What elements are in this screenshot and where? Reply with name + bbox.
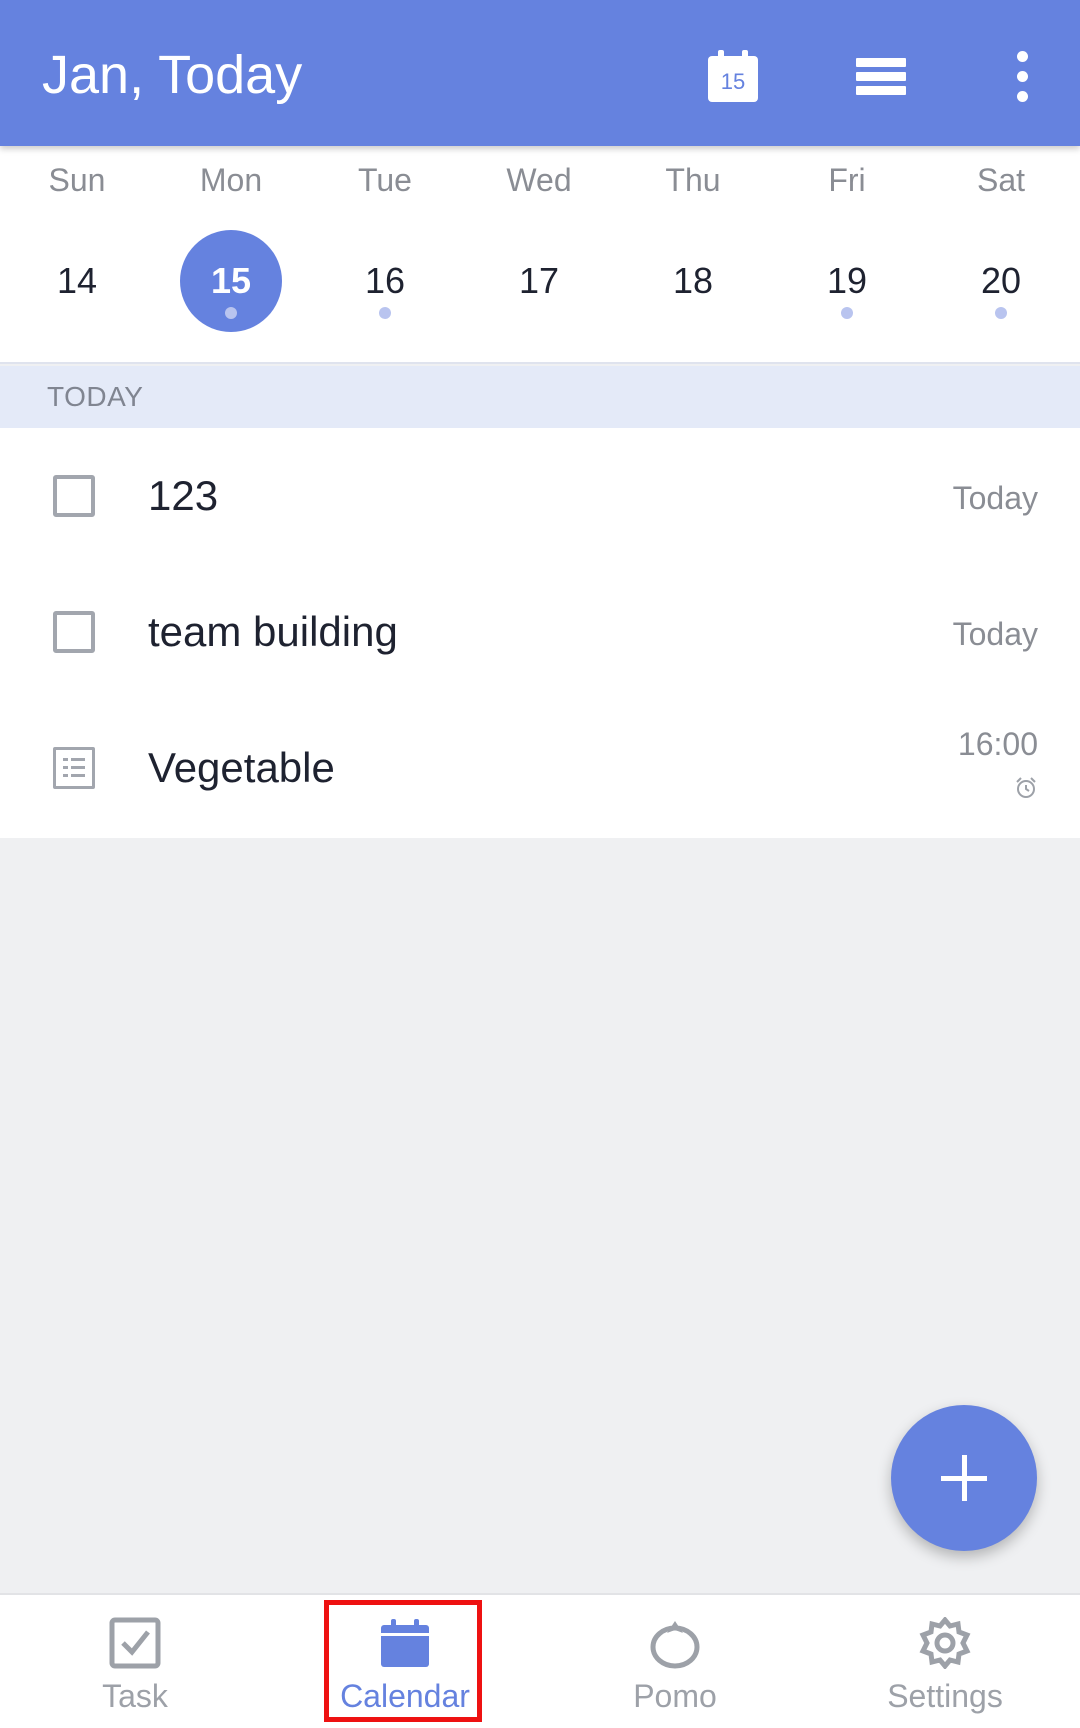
day-name: Wed — [506, 162, 572, 198]
task-title: team building — [148, 608, 398, 655]
day-number: 20 — [980, 260, 1022, 301]
task-title: 123 — [148, 472, 219, 519]
bottom-navigation: Task Calendar Pomo Settings — [0, 1593, 1080, 1728]
event-dot — [995, 307, 1007, 319]
day-name: Fri — [828, 162, 866, 198]
task-checkbox[interactable] — [53, 611, 95, 653]
page-title[interactable]: Jan, Today — [42, 40, 302, 110]
day-thu[interactable]: Thu 18 — [616, 146, 770, 364]
day-mon[interactable]: Mon 15 — [154, 146, 308, 364]
nav-item-pomo[interactable]: Pomo — [540, 1595, 810, 1728]
event-dot — [841, 307, 853, 319]
day-number: 15 — [210, 260, 252, 301]
day-name: Thu — [665, 162, 721, 198]
nav-item-settings[interactable]: Settings — [810, 1595, 1080, 1728]
task-time: 16:00 — [957, 726, 1038, 762]
task-date: Today — [952, 616, 1038, 652]
today-icon-day: 15 — [720, 69, 746, 94]
task-checkbox[interactable] — [53, 475, 95, 517]
list-item[interactable]: Vegetable 16:00 — [0, 700, 1080, 836]
app-root: Jan, Today 15 Sun 14 Mon 15 Tue 16 Wed 1… — [0, 0, 1080, 1728]
nav-item-calendar[interactable]: Calendar — [270, 1595, 540, 1728]
day-name: Sat — [976, 162, 1026, 198]
day-number: 14 — [56, 260, 98, 301]
nav-item-task[interactable]: Task — [0, 1595, 270, 1728]
day-sat[interactable]: Sat 20 — [924, 146, 1078, 364]
day-number: 18 — [672, 260, 714, 301]
day-wed[interactable]: Wed 17 — [462, 146, 616, 364]
day-fri[interactable]: Fri 19 — [770, 146, 924, 364]
list-item[interactable]: 123 Today — [0, 428, 1080, 564]
task-date: Today — [952, 480, 1038, 516]
task-list: 123 Today team building Today Vegetable … — [0, 428, 1080, 838]
task-title: Vegetable — [148, 744, 335, 791]
day-number: 17 — [518, 260, 560, 301]
settings-icon — [919, 1617, 971, 1669]
day-name: Mon — [199, 162, 263, 198]
day-name: Tue — [358, 162, 412, 198]
section-header-today: TODAY — [0, 366, 1080, 428]
day-tue[interactable]: Tue 16 — [308, 146, 462, 364]
day-name: Sun — [48, 162, 106, 198]
nav-label: Settings — [887, 1678, 1003, 1714]
pomo-icon — [650, 1621, 700, 1669]
event-dot — [225, 307, 237, 319]
calendar-today-icon: 15 — [708, 50, 758, 102]
view-mode-icon — [856, 57, 906, 95]
event-dot — [379, 307, 391, 319]
note-icon — [53, 747, 95, 789]
nav-label: Pomo — [633, 1678, 717, 1714]
nav-label: Task — [102, 1678, 168, 1714]
day-number: 16 — [364, 260, 406, 301]
day-number: 19 — [826, 260, 868, 301]
plus-icon — [941, 1455, 987, 1501]
view-mode-button[interactable] — [841, 36, 921, 116]
week-strip: Sun 14 Mon 15 Tue 16 Wed 17 Thu 18 Fri 1… — [0, 146, 1080, 364]
calendar-icon — [381, 1619, 429, 1667]
alarm-clock-icon — [1016, 777, 1036, 798]
go-to-today-button[interactable]: 15 — [693, 36, 773, 116]
list-item[interactable]: team building Today — [0, 564, 1080, 700]
nav-label: Calendar — [340, 1678, 470, 1714]
task-icon — [109, 1617, 161, 1669]
more-options-button[interactable] — [982, 36, 1062, 116]
more-vert-icon — [1016, 50, 1028, 102]
day-sun[interactable]: Sun 14 — [0, 146, 154, 364]
app-bar: Jan, Today 15 — [0, 0, 1080, 146]
add-task-button[interactable] — [891, 1405, 1037, 1551]
